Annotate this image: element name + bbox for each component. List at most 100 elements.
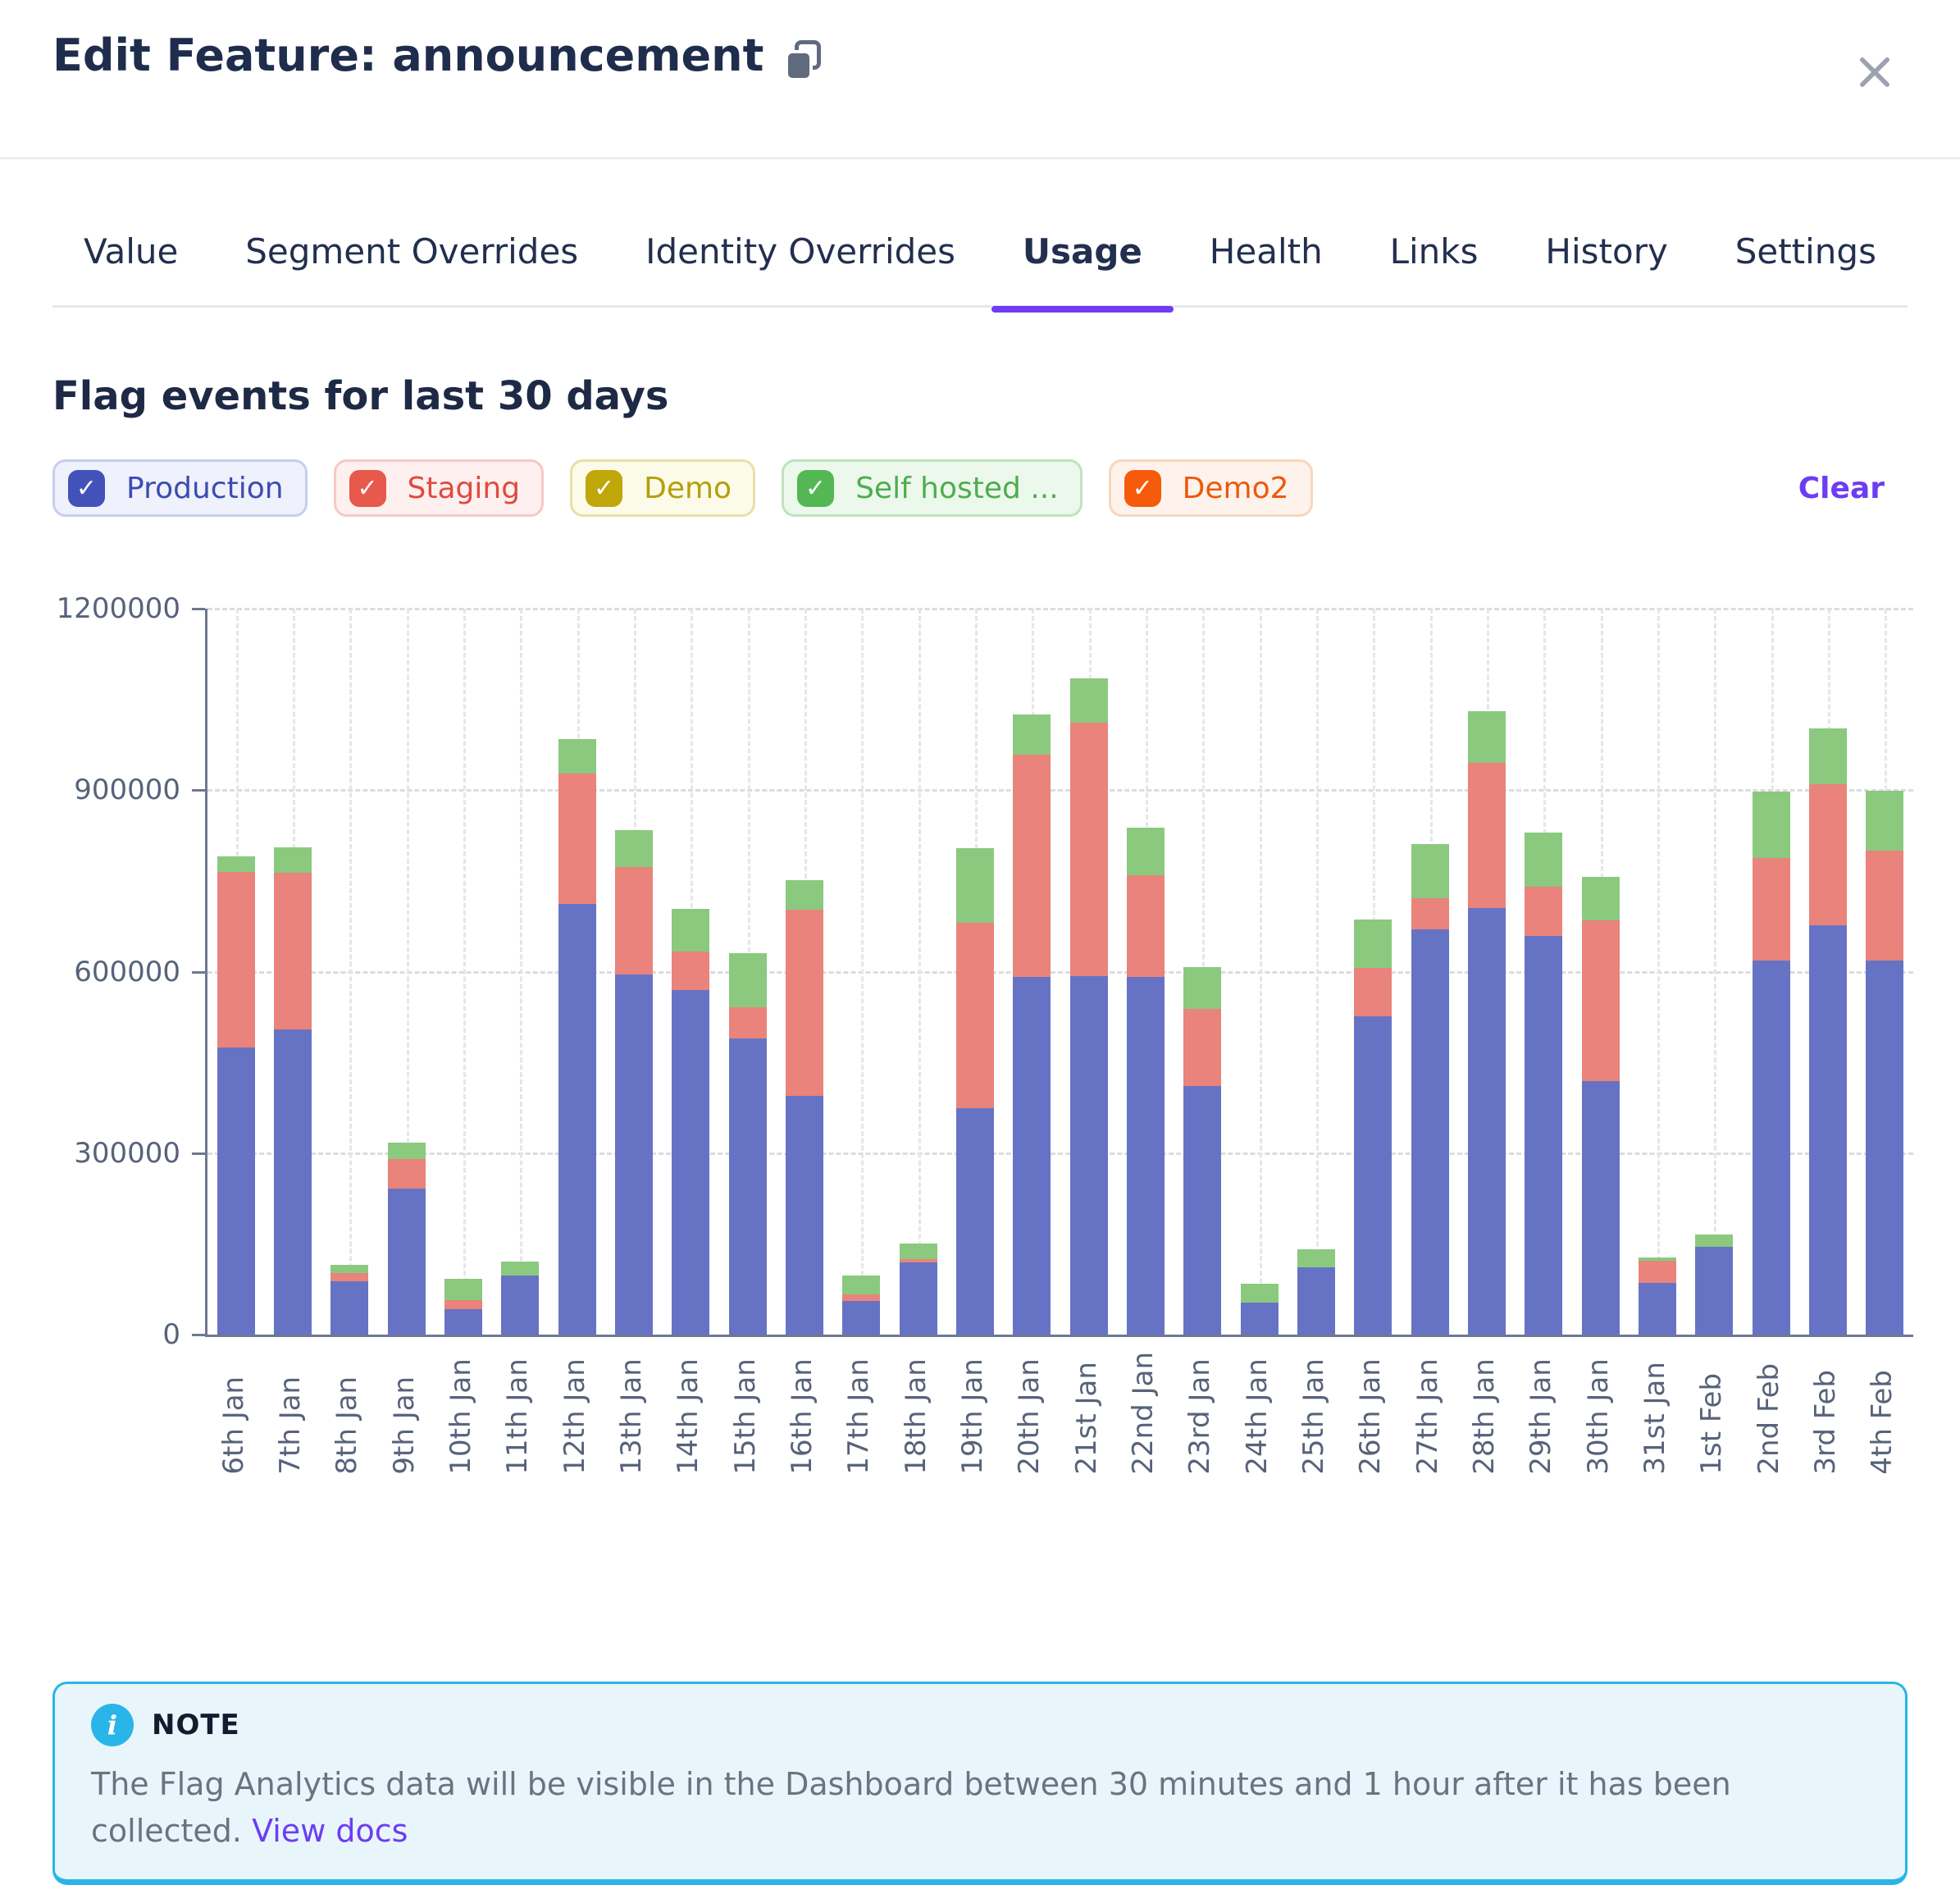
stacked-bar-24th-jan[interactable]	[1241, 1284, 1279, 1335]
tab-value[interactable]: Value	[52, 207, 209, 304]
stacked-bar-16th-jan[interactable]	[786, 880, 823, 1335]
stacked-bar-18th-jan[interactable]	[900, 1244, 937, 1335]
segment-production	[1070, 976, 1108, 1335]
x-label-27th-jan: 27th Jan	[1399, 1352, 1456, 1475]
segment-self-hosted	[615, 830, 653, 867]
y-tick-label: 600000	[52, 956, 180, 988]
x-label-text: 3rd Feb	[1812, 1352, 1839, 1475]
view-docs-link[interactable]: View docs	[252, 1813, 408, 1849]
stacked-bar-12th-jan[interactable]	[558, 739, 596, 1335]
segment-staging	[1582, 920, 1620, 1081]
bar-slot-17th-jan	[833, 609, 890, 1335]
checkbox-demo2[interactable]: ✓	[1124, 470, 1161, 507]
tab-usage[interactable]: Usage	[991, 207, 1174, 304]
stacked-bar-23rd-jan[interactable]	[1183, 967, 1221, 1335]
segment-self-hosted	[1411, 844, 1449, 898]
x-label-24th-jan: 24th Jan	[1228, 1352, 1285, 1475]
stacked-bar-26th-jan[interactable]	[1354, 920, 1392, 1335]
segment-staging	[558, 774, 596, 904]
bar-slot-4th-feb	[1857, 609, 1913, 1335]
segment-production	[672, 990, 709, 1335]
checkbox-production[interactable]: ✓	[68, 470, 105, 507]
bar-slot-27th-jan	[1402, 609, 1458, 1335]
x-label-text: 22nd Jan	[1129, 1352, 1157, 1475]
checkbox-staging[interactable]: ✓	[349, 470, 386, 507]
tab-settings[interactable]: Settings	[1704, 207, 1908, 304]
stacked-bar-15th-jan[interactable]	[729, 953, 767, 1335]
stacked-bar-7th-jan[interactable]	[274, 847, 312, 1335]
bar-slot-31st-jan	[1629, 609, 1685, 1335]
y-tick-label: 0	[52, 1318, 180, 1351]
x-label-7th-jan: 7th Jan	[262, 1352, 318, 1475]
legend-chip-demo[interactable]: ✓Demo	[570, 459, 755, 517]
stacked-bar-9th-jan[interactable]	[388, 1143, 426, 1335]
stacked-bar-13th-jan[interactable]	[615, 830, 653, 1335]
segment-self-hosted	[1127, 828, 1165, 875]
x-label-8th-jan: 8th Jan	[319, 1352, 376, 1475]
stacked-bar-14th-jan[interactable]	[672, 909, 709, 1335]
segment-staging	[729, 1007, 767, 1038]
segment-self-hosted	[1695, 1235, 1733, 1247]
y-tick	[192, 1334, 205, 1336]
stacked-bar-29th-jan[interactable]	[1525, 833, 1562, 1335]
x-label-text: 7th Jan	[276, 1352, 304, 1475]
stacked-bar-6th-jan[interactable]	[217, 856, 255, 1335]
x-label-30th-jan: 30th Jan	[1570, 1352, 1626, 1475]
segment-production	[1468, 908, 1506, 1335]
checkbox-demo[interactable]: ✓	[586, 470, 622, 507]
stacked-bar-25th-jan[interactable]	[1297, 1249, 1335, 1335]
copy-icon[interactable]	[785, 40, 818, 76]
tab-segment-overrides[interactable]: Segment Overrides	[214, 207, 609, 304]
flag-events-chart: 03000006000009000001200000 6th Jan7th Ja…	[52, 574, 1908, 1501]
segment-production	[1525, 936, 1562, 1335]
legend-chip-production[interactable]: ✓ Production	[52, 459, 308, 517]
stacked-bar-3rd-feb[interactable]	[1809, 728, 1847, 1335]
legend-chip-self-hosted[interactable]: ✓Self hosted ...	[782, 459, 1083, 517]
stacked-bar-31st-jan[interactable]	[1639, 1257, 1676, 1335]
tab-links[interactable]: Links	[1359, 207, 1510, 304]
segment-production	[388, 1189, 426, 1335]
stacked-bar-8th-jan[interactable]	[330, 1265, 368, 1335]
checkbox-self-hosted[interactable]: ✓	[797, 470, 834, 507]
stacked-bar-19th-jan[interactable]	[956, 848, 994, 1335]
section-title: Flag events for last 30 days	[52, 373, 668, 419]
segment-self-hosted	[1468, 711, 1506, 763]
y-tick	[192, 971, 205, 974]
x-label-text: 30th Jan	[1584, 1352, 1612, 1475]
stacked-bar-20th-jan[interactable]	[1013, 714, 1051, 1335]
legend-chip-staging[interactable]: ✓ Staging	[334, 459, 545, 517]
close-icon	[1853, 51, 1896, 94]
clear-link[interactable]: Clear	[1798, 472, 1885, 505]
stacked-bar-30th-jan[interactable]	[1582, 877, 1620, 1335]
tab-identity-overrides[interactable]: Identity Overrides	[614, 207, 987, 304]
stacked-bar-21st-jan[interactable]	[1070, 678, 1108, 1335]
segment-staging	[444, 1300, 482, 1309]
tab-history[interactable]: History	[1514, 207, 1698, 304]
stacked-bar-11th-jan[interactable]	[501, 1262, 539, 1335]
stacked-bar-2nd-feb[interactable]	[1753, 792, 1790, 1335]
x-label-text: 23rd Jan	[1186, 1352, 1214, 1475]
x-label-text: 27th Jan	[1414, 1352, 1442, 1475]
stacked-bar-22nd-jan[interactable]	[1127, 828, 1165, 1335]
stacked-bar-1st-feb[interactable]	[1695, 1235, 1733, 1335]
stacked-bar-10th-jan[interactable]	[444, 1279, 482, 1335]
stacked-bar-4th-feb[interactable]	[1866, 791, 1903, 1335]
segment-self-hosted	[1809, 728, 1847, 784]
legend-chip-demo2[interactable]: ✓Demo2	[1109, 459, 1313, 517]
stacked-bar-17th-jan[interactable]	[842, 1276, 880, 1335]
bar-slot-2nd-feb	[1743, 609, 1799, 1335]
bar-slot-22nd-jan	[1117, 609, 1174, 1335]
segment-production	[786, 1096, 823, 1335]
stacked-bar-27th-jan[interactable]	[1411, 844, 1449, 1335]
stacked-bar-28th-jan[interactable]	[1468, 711, 1506, 1335]
legend-label: Production	[126, 472, 284, 505]
bars	[207, 609, 1913, 1335]
segment-production	[1297, 1267, 1335, 1335]
segment-staging	[1013, 755, 1051, 977]
x-label-1st-feb: 1st Feb	[1684, 1352, 1740, 1475]
legend-label: Staging	[408, 472, 521, 505]
x-label-17th-jan: 17th Jan	[831, 1352, 887, 1475]
close-button[interactable]	[1853, 51, 1896, 94]
tab-health[interactable]: Health	[1178, 207, 1354, 304]
bar-slot-8th-jan	[321, 609, 378, 1335]
